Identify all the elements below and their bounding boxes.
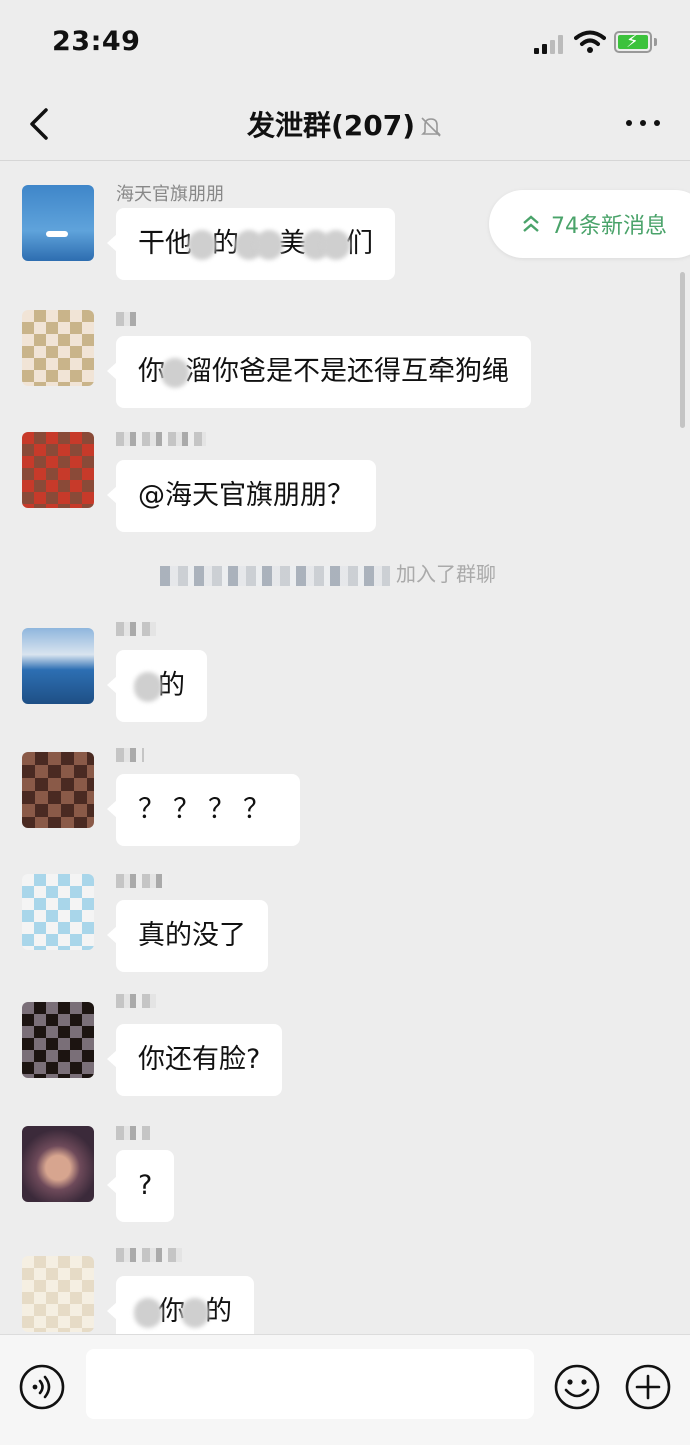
message-bubble[interactable]: 你还有脸? <box>106 1024 283 1096</box>
emoji-icon[interactable] <box>553 1363 601 1411</box>
sender-name <box>116 1248 182 1262</box>
sender-name <box>116 312 138 326</box>
chat-title-wrap[interactable]: 发泄群(207) <box>0 104 690 144</box>
double-chevron-up-icon <box>523 215 539 232</box>
avatar[interactable] <box>22 310 94 386</box>
message-text: 的 <box>158 670 185 701</box>
avatar[interactable] <box>22 628 94 704</box>
message-text: @海天官旗朋朋？ <box>138 480 354 511</box>
chat-title: 发泄群(207) <box>246 109 416 142</box>
message-bubble[interactable]: 的 <box>107 650 207 722</box>
message-bubble[interactable]: ？？？？ <box>107 774 300 846</box>
blurred-names <box>160 565 390 586</box>
message-text: 的 <box>205 1296 232 1327</box>
message-text: ？？？？ <box>138 794 278 825</box>
avatar[interactable] <box>22 1126 94 1202</box>
message-input[interactable] <box>86 1349 534 1419</box>
more-dots-icon[interactable] <box>626 116 660 130</box>
message-text: ? <box>138 1170 153 1201</box>
avatar[interactable] <box>22 432 94 508</box>
sender-name <box>116 622 156 636</box>
status-time: 23:49 <box>52 26 141 57</box>
sender-name: 海天官旗朋朋 <box>116 184 224 205</box>
message-bubble[interactable]: 你溜你爸是不是还得互牵狗绳 <box>107 336 531 408</box>
input-bar <box>0 1334 690 1445</box>
new-messages-pill[interactable]: 74条新消息 <box>489 190 690 258</box>
sender-name <box>116 994 156 1008</box>
signal-icon <box>534 34 568 54</box>
bell-muted-icon <box>421 117 441 137</box>
avatar[interactable] <box>22 185 94 261</box>
message-text: 真的没了 <box>138 920 246 951</box>
new-messages-label: 74条新消息 <box>551 214 667 239</box>
sender-name <box>116 432 206 446</box>
avatar[interactable] <box>22 1002 94 1078</box>
avatar[interactable] <box>22 874 94 950</box>
scrollbar[interactable] <box>680 272 685 428</box>
avatar[interactable] <box>22 752 94 828</box>
plus-circle-icon[interactable] <box>624 1363 672 1411</box>
wifi-icon <box>574 30 606 53</box>
message-text: 干他 <box>138 228 192 259</box>
chat-header: 发泄群(207) <box>0 88 690 161</box>
message-text: 你还有脸? <box>138 1044 261 1075</box>
message-text: 们 <box>346 228 373 259</box>
sender-name <box>116 874 168 888</box>
system-message-text: 加入了群聊 <box>396 562 496 586</box>
battery-icon: ⚡ <box>614 31 652 53</box>
message-bubble[interactable]: 干他的美们 <box>107 208 395 280</box>
message-bubble[interactable]: ? <box>106 1150 175 1222</box>
voice-icon[interactable] <box>18 1363 66 1411</box>
message-bubble[interactable]: 真的没了 <box>107 900 268 972</box>
sender-name <box>116 748 144 762</box>
sender-name <box>116 1126 150 1140</box>
status-bar: 23:49 ⚡ <box>0 0 690 88</box>
system-message: 加入了群聊 <box>160 558 496 587</box>
message-text: 溜你爸是不是还得互牵狗绳 <box>185 356 509 387</box>
avatar[interactable] <box>22 1256 94 1332</box>
message-bubble[interactable]: @海天官旗朋朋？ <box>107 460 376 532</box>
